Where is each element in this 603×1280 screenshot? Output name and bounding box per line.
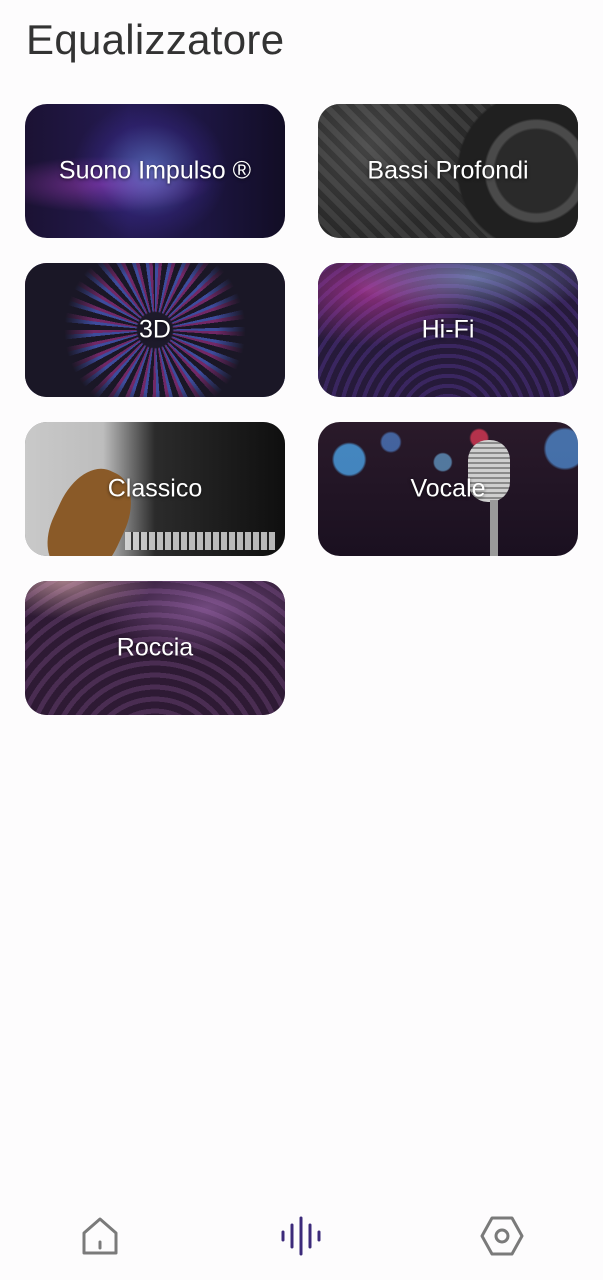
preset-card-3d[interactable]: 3D — [25, 263, 285, 397]
preset-card-roccia[interactable]: Roccia — [25, 581, 285, 715]
preset-card-vocale[interactable]: Vocale — [318, 422, 578, 556]
page-title: Equalizzatore — [26, 16, 285, 63]
microphone-stand-graphic — [490, 500, 498, 556]
preset-card-label: Suono Impulso ® — [58, 156, 252, 185]
nav-settings-button[interactable] — [472, 1206, 532, 1266]
preset-card-bassi-profondi[interactable]: Bassi Profondi — [318, 104, 578, 238]
bottom-navigation — [0, 1188, 603, 1280]
preset-card-hi-fi[interactable]: Hi-Fi — [318, 263, 578, 397]
piano-keys-graphic — [125, 532, 275, 550]
settings-icon — [480, 1216, 524, 1256]
preset-card-label: Roccia — [116, 633, 194, 662]
home-icon — [82, 1217, 118, 1255]
preset-card-suono-impulso[interactable]: Suono Impulso ® — [25, 104, 285, 238]
preset-card-classico[interactable]: Classico — [25, 422, 285, 556]
equalizer-icon — [281, 1216, 321, 1256]
preset-card-label: Bassi Profondi — [367, 156, 529, 185]
nav-equalizer-button[interactable] — [272, 1206, 332, 1266]
preset-card-label: Hi-Fi — [421, 315, 475, 344]
preset-card-label: Classico — [107, 474, 203, 503]
preset-card-label: Vocale — [410, 474, 486, 503]
preset-card-label: 3D — [139, 315, 171, 344]
equalizer-screen: Equalizzatore Suono Impulso ® Bassi Prof… — [0, 0, 603, 1280]
nav-home-button[interactable] — [70, 1206, 130, 1266]
